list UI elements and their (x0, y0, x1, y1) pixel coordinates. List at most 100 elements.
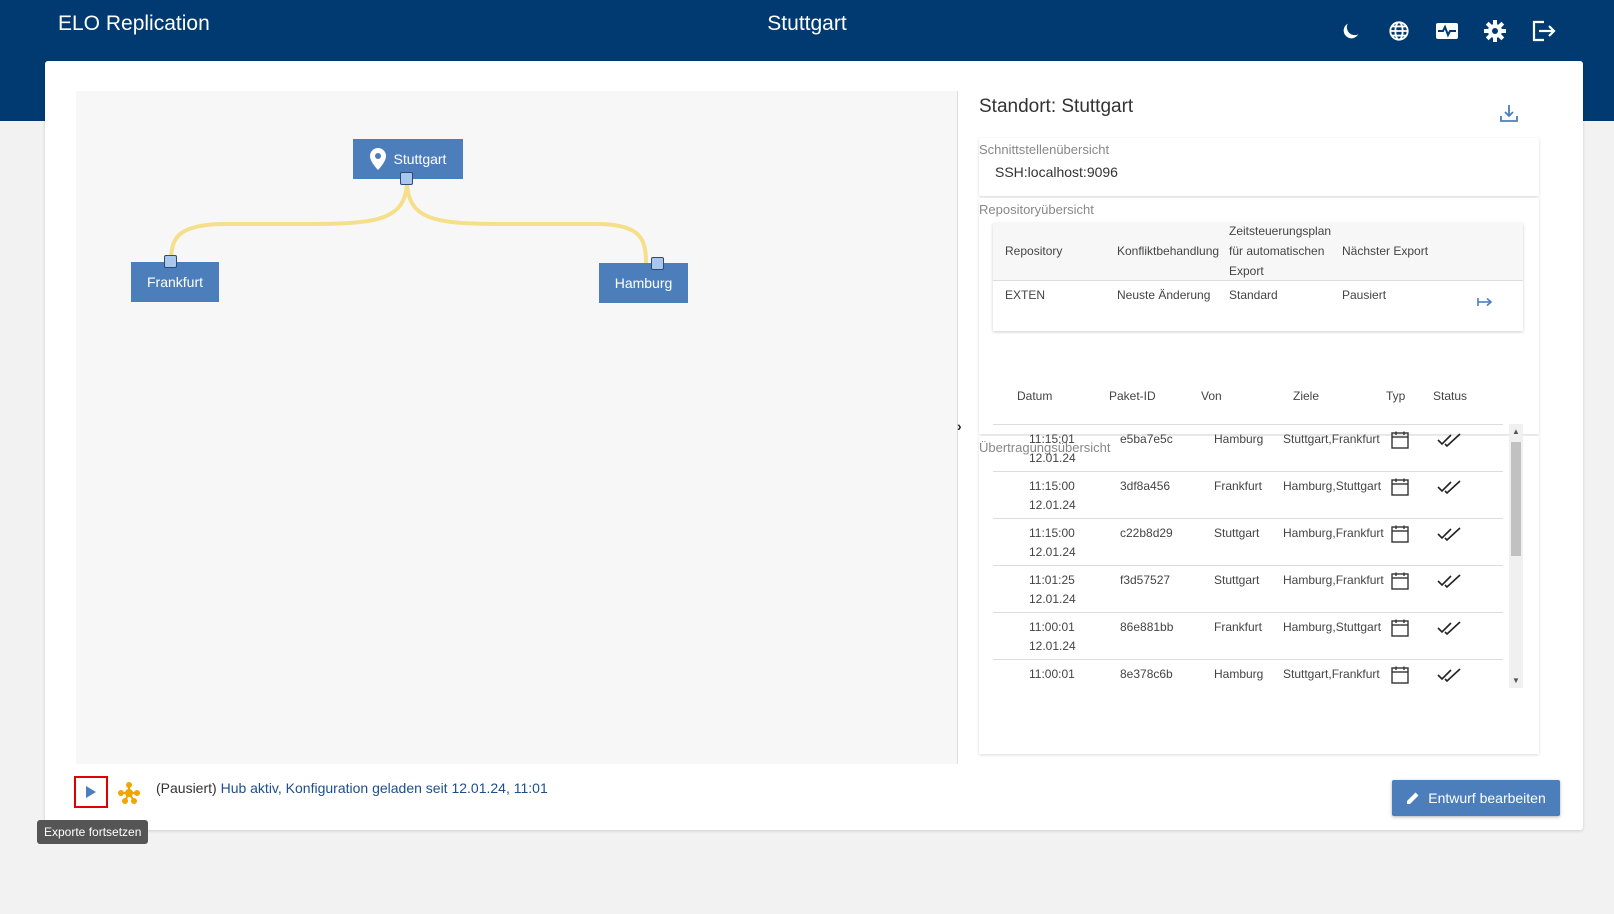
double-check-icon (1437, 433, 1461, 453)
tx-table-header: Datum Paket-ID Von Ziele Typ Status (993, 378, 1523, 418)
tx-cell-time: 11:15:00 (1029, 526, 1075, 540)
gear-icon[interactable] (1482, 18, 1508, 44)
globe-icon[interactable] (1386, 18, 1412, 44)
tx-cell-to: Stuttgart,Frankfurt (1283, 667, 1380, 681)
node-frankfurt-label: Frankfurt (146, 274, 203, 290)
tx-col-targets: Ziele (1293, 389, 1320, 403)
pencil-icon (1407, 792, 1419, 804)
tx-cell-time: 11:15:01 (1029, 432, 1075, 446)
tx-cell-date: 12.01.24 (1029, 498, 1076, 512)
tx-col-from: Von (1201, 389, 1222, 403)
repo-cell-conflict: Neuste Änderung (1117, 288, 1211, 302)
edge-stuttgart-frankfurt (169, 179, 409, 263)
tx-cell-date: 12.01.24 (1029, 545, 1076, 559)
repo-col-next-export: Nächster Export (1342, 244, 1429, 258)
tx-cell-time: 11:01:25 (1029, 573, 1075, 587)
tx-row[interactable]: 11:00:01 12.01.24 86e881bb Frankfurt Hamburg… (993, 612, 1503, 660)
tx-cell-date: 12.01.24 (1029, 639, 1076, 653)
port-frankfurt[interactable] (164, 255, 177, 268)
calendar-icon (1391, 431, 1409, 455)
calendar-icon (1391, 666, 1409, 688)
hub-icon (116, 780, 142, 811)
graph-canvas[interactable]: Stuttgart Frankfurt Hamburg (76, 91, 958, 764)
scroll-thumb[interactable] (1511, 442, 1521, 556)
calendar-icon (1391, 478, 1409, 502)
detail-panel: Standort: Stuttgart Schnittstellenübersi… (979, 91, 1539, 764)
tx-cell-from: Frankfurt (1214, 620, 1263, 634)
tx-table-body[interactable]: 11:15:01 12.01.24 e5ba7e5c Hamburg Stuttgart… (993, 424, 1523, 688)
repo-cell-next-export: Pausiert (1342, 288, 1387, 302)
tx-row[interactable]: 11:01:25 12.01.24 f3d57527 Stuttgart Hamburg… (993, 565, 1503, 613)
double-check-icon (1437, 527, 1461, 547)
play-icon (86, 786, 96, 798)
edit-draft-label: Entwurf bearbeiten (1428, 790, 1546, 806)
status-description: Hub aktiv, Konfiguration geladen seit 12… (220, 780, 514, 796)
node-frankfurt[interactable]: Frankfurt (131, 262, 219, 302)
double-check-icon (1437, 668, 1461, 688)
status-paused: (Pausiert) (156, 780, 217, 796)
tx-row[interactable]: 11:15:00 12.01.24 c22b8d29 Stuttgart Hamburg… (993, 518, 1503, 566)
repo-cell-schedule: Standard (1229, 288, 1278, 302)
moon-icon[interactable] (1338, 18, 1364, 44)
monitor-icon[interactable] (1434, 18, 1460, 44)
interfaces-label: Schnittstellenübersicht (979, 142, 1110, 157)
resume-exports-button[interactable] (74, 776, 108, 808)
node-hamburg[interactable]: Hamburg (599, 263, 688, 303)
tx-cell-id: 3df8a456 (1120, 479, 1171, 493)
tx-cell-to: Hamburg,Stuttgart (1283, 620, 1382, 634)
tx-cell-time: 11:15:00 (1029, 479, 1075, 493)
calendar-icon (1391, 525, 1409, 549)
goto-arrow-icon[interactable] (1477, 293, 1493, 313)
scroll-up-arrow-icon[interactable]: ▲ (1512, 427, 1520, 436)
node-hamburg-label: Hamburg (614, 275, 673, 291)
resume-tooltip: Exporte fortsetzen (37, 820, 149, 844)
status-text: (Pausiert) Hub aktiv, Konfiguration gela… (156, 780, 548, 796)
tx-col-package-id: Paket-ID (1109, 389, 1156, 403)
repo-col-repository: Repository (1005, 244, 1063, 258)
tx-cell-from: Frankfurt (1214, 479, 1263, 493)
calendar-icon (1391, 619, 1409, 643)
tx-cell-to: Hamburg,Stuttgart (1283, 479, 1382, 493)
tx-cell-to: Stuttgart,Frankfurt (1283, 432, 1380, 446)
tx-cell-from: Stuttgart (1214, 573, 1260, 587)
tx-col-status: Status (1433, 389, 1468, 403)
repo-table-row[interactable]: EXTEN Neuste Änderung Standard Pausiert (993, 281, 1523, 331)
tx-col-type: Typ (1386, 389, 1406, 403)
graph-edges (169, 179, 648, 264)
repo-table: Repository Konfliktbehandlung Zeitsteuer… (993, 223, 1523, 331)
download-icon[interactable] (1499, 103, 1519, 128)
tx-row[interactable]: 11:15:01 12.01.24 e5ba7e5c Hamburg Stuttgart… (993, 424, 1503, 472)
repo-col-schedule: Zeitsteuerungsplan für automatischen Exp… (1229, 224, 1332, 278)
tx-cell-to: Hamburg,Frankfurt (1283, 573, 1384, 587)
double-check-icon (1437, 574, 1461, 594)
double-check-icon (1437, 480, 1461, 500)
port-stuttgart[interactable] (400, 172, 413, 185)
tx-cell-id: 86e881bb (1120, 620, 1174, 634)
tx-cell-from: Hamburg (1214, 667, 1264, 681)
tx-cell-from: Hamburg (1214, 432, 1264, 446)
repo-table-header: Repository Konfliktbehandlung Zeitsteuer… (993, 223, 1523, 281)
tx-cell-time: 11:00:01 (1029, 620, 1075, 634)
edge-stuttgart-hamburg (405, 179, 648, 264)
edit-draft-button[interactable]: Entwurf bearbeiten (1392, 780, 1560, 816)
top-icons (1338, 18, 1556, 44)
repo-cell-repository: EXTEN (1005, 288, 1046, 302)
status-time: 11:01 (513, 780, 548, 796)
tx-cell-id: c22b8d29 (1120, 526, 1173, 540)
tx-cell-to: Hamburg,Frankfurt (1283, 526, 1384, 540)
tx-row[interactable]: 11:15:00 12.01.24 3df8a456 Frankfurt Hamburg… (993, 471, 1503, 519)
scroll-down-arrow-icon[interactable]: ▼ (1512, 676, 1520, 685)
interface-value: SSH:localhost:9096 (995, 164, 1118, 180)
logout-icon[interactable] (1530, 18, 1556, 44)
tx-scrollbar[interactable]: ▲ ▼ (1509, 424, 1523, 688)
tx-cell-time: 11:00:01 (1029, 667, 1075, 681)
tx-row[interactable]: 11:00:01 8e378c6b Hamburg Stuttgart,Frankfu… (993, 659, 1503, 688)
tx-cell-from: Stuttgart (1214, 526, 1260, 540)
tx-cell-id: e5ba7e5c (1120, 432, 1173, 446)
node-stuttgart-label: Stuttgart (393, 151, 447, 167)
collapse-panel-chevron-icon[interactable]: › (957, 418, 962, 434)
calendar-icon (1391, 572, 1409, 596)
tx-col-date: Datum (1017, 389, 1053, 403)
double-check-icon (1437, 621, 1461, 641)
port-hamburg[interactable] (651, 257, 664, 270)
